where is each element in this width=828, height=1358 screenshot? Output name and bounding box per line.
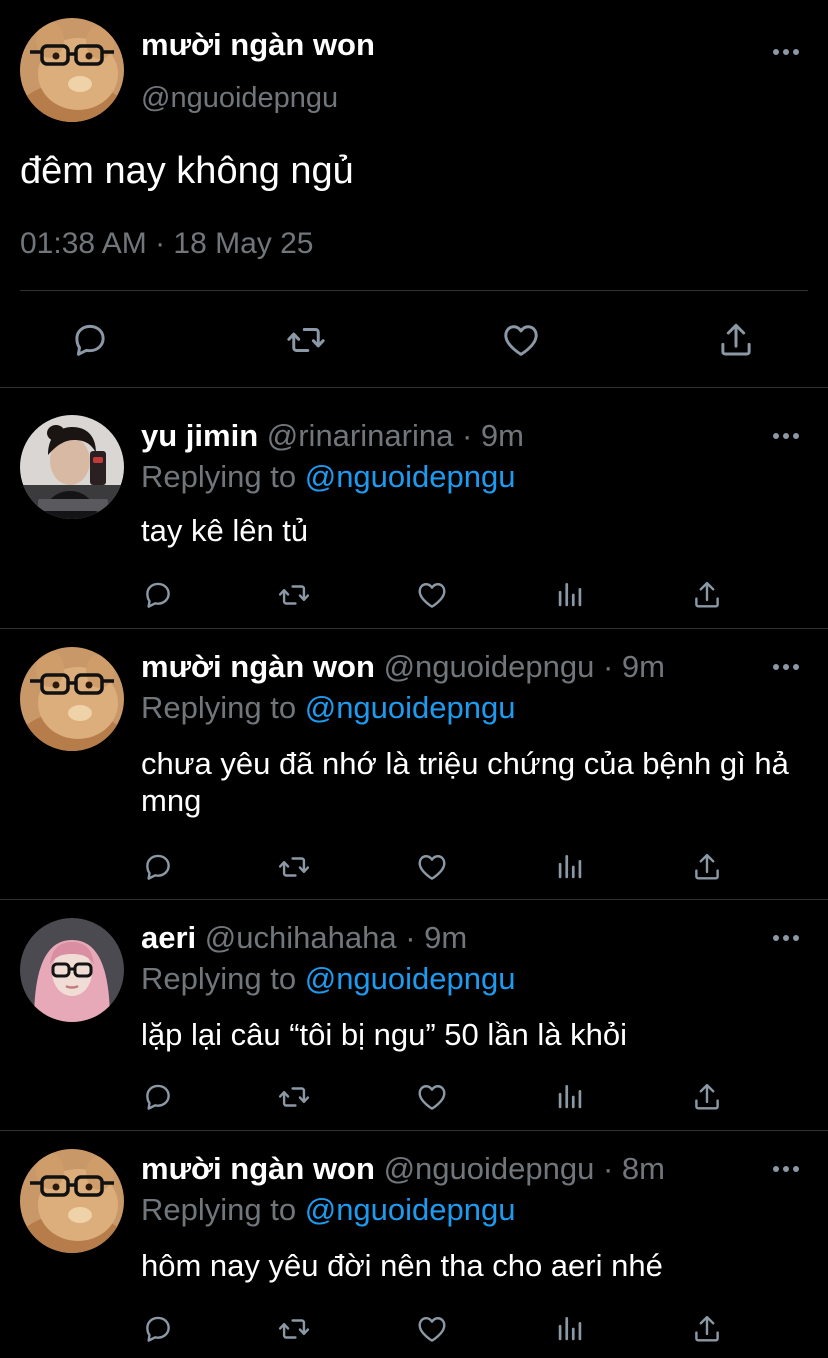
like-icon[interactable] — [415, 850, 449, 884]
author-name[interactable]: mười ngàn won — [141, 649, 375, 684]
separator: · — [602, 649, 614, 684]
like-icon[interactable] — [415, 578, 449, 612]
reply-icon[interactable] — [141, 1312, 175, 1346]
stats-icon[interactable] — [553, 850, 587, 884]
cat-with-glasses-avatar-icon — [20, 1149, 124, 1253]
reply-text: tay kê lên tủ — [141, 513, 309, 548]
share-icon[interactable] — [715, 319, 757, 361]
avatar[interactable] — [20, 1149, 124, 1253]
reply-icon[interactable] — [69, 319, 111, 361]
author-handle[interactable]: @uchihahaha — [205, 920, 397, 955]
author-handle[interactable]: @rinarinarina — [267, 418, 454, 453]
reply-tweet[interactable]: yu jimin @rinarinarina · 9m Replying to … — [0, 388, 828, 629]
like-icon[interactable] — [415, 1312, 449, 1346]
author-handle[interactable]: @nguoidepngu — [141, 82, 338, 115]
author-name[interactable]: yu jimin — [141, 418, 258, 453]
more-options-icon[interactable] — [773, 1159, 799, 1179]
avatar[interactable] — [20, 647, 124, 751]
stats-icon[interactable] — [553, 1312, 587, 1346]
retweet-icon[interactable] — [285, 319, 327, 361]
cat-with-glasses-avatar-icon — [20, 18, 124, 122]
reply-time[interactable]: 9m — [424, 920, 467, 955]
author-name[interactable]: mười ngàn won — [141, 27, 375, 63]
like-icon[interactable] — [415, 1080, 449, 1114]
more-options-icon[interactable] — [773, 426, 799, 446]
reply-header: yu jimin @rinarinarina · 9m — [141, 418, 524, 454]
share-icon[interactable] — [690, 850, 724, 884]
reply-icon[interactable] — [141, 1080, 175, 1114]
mention-link[interactable]: @nguoidepngu — [305, 690, 516, 725]
reply-text: hôm nay yêu đời nên tha cho aeri nhé — [141, 1248, 663, 1283]
mention-link[interactable]: @nguoidepngu — [305, 459, 516, 494]
reply-header: mười ngàn won @nguoidepngu · 8m — [141, 1151, 665, 1187]
stats-icon[interactable] — [553, 1080, 587, 1114]
replying-to: Replying to @nguoidepngu — [141, 690, 515, 726]
share-icon[interactable] — [690, 1312, 724, 1346]
replying-to: Replying to @nguoidepngu — [141, 961, 515, 997]
separator: · — [405, 920, 416, 955]
retweet-icon[interactable] — [277, 578, 311, 612]
divider — [20, 290, 808, 291]
reply-tweet[interactable]: mười ngàn won @nguoidepngu · 8m Replying… — [0, 1131, 828, 1358]
avatar[interactable] — [20, 918, 124, 1022]
replying-to: Replying to @nguoidepngu — [141, 1192, 515, 1228]
retweet-icon[interactable] — [277, 850, 311, 884]
reply-icon[interactable] — [141, 850, 175, 884]
tweet-text: đêm nay không ngủ — [20, 150, 354, 192]
share-icon[interactable] — [690, 578, 724, 612]
replying-to-label: Replying to — [141, 961, 297, 996]
replying-to-label: Replying to — [141, 459, 297, 494]
more-options-icon[interactable] — [773, 42, 799, 62]
cat-with-glasses-avatar-icon — [20, 647, 124, 751]
retweet-icon[interactable] — [277, 1080, 311, 1114]
retweet-icon[interactable] — [277, 1312, 311, 1346]
reply-header: mười ngàn won @nguoidepngu · 9m — [141, 649, 665, 685]
more-options-icon[interactable] — [773, 928, 799, 948]
replying-to: Replying to @nguoidepngu — [141, 459, 515, 495]
separator: · — [461, 418, 473, 453]
tweet-timestamp[interactable]: 01:38 AM · 18 May 25 — [20, 227, 314, 261]
reply-time[interactable]: 8m — [622, 1151, 665, 1186]
replying-to-label: Replying to — [141, 1192, 297, 1227]
author-name[interactable]: aeri — [141, 920, 196, 955]
author-handle[interactable]: @nguoidepngu — [384, 649, 595, 684]
pink-hair-glasses-avatar-icon — [20, 918, 124, 1022]
author-handle[interactable]: @nguoidepngu — [384, 1151, 595, 1186]
avatar[interactable] — [20, 415, 124, 519]
reply-text: lặp lại câu “tôi bị ngu” 50 lần là khỏi — [141, 1017, 627, 1052]
main-tweet: mười ngàn won @nguoidepngu đêm nay không… — [0, 0, 828, 388]
reply-header: aeri @uchihahaha · 9m — [141, 920, 467, 956]
mention-link[interactable]: @nguoidepngu — [305, 961, 516, 996]
mention-link[interactable]: @nguoidepngu — [305, 1192, 516, 1227]
share-icon[interactable] — [690, 1080, 724, 1114]
like-icon[interactable] — [500, 319, 542, 361]
reply-tweet[interactable]: mười ngàn won @nguoidepngu · 9m Replying… — [0, 629, 828, 900]
woman-portrait-avatar-icon — [20, 415, 124, 519]
reply-time[interactable]: 9m — [622, 649, 665, 684]
reply-icon[interactable] — [141, 578, 175, 612]
reply-text: chưa yêu đã nhớ là triệu chứng của bệnh … — [141, 746, 789, 818]
more-options-icon[interactable] — [773, 657, 799, 677]
author-name[interactable]: mười ngàn won — [141, 1151, 375, 1186]
replying-to-label: Replying to — [141, 690, 297, 725]
stats-icon[interactable] — [553, 578, 587, 612]
avatar[interactable] — [20, 18, 124, 122]
reply-time[interactable]: 9m — [481, 418, 524, 453]
separator: · — [602, 1151, 614, 1186]
reply-tweet[interactable]: aeri @uchihahaha · 9m Replying to @nguoi… — [0, 900, 828, 1131]
